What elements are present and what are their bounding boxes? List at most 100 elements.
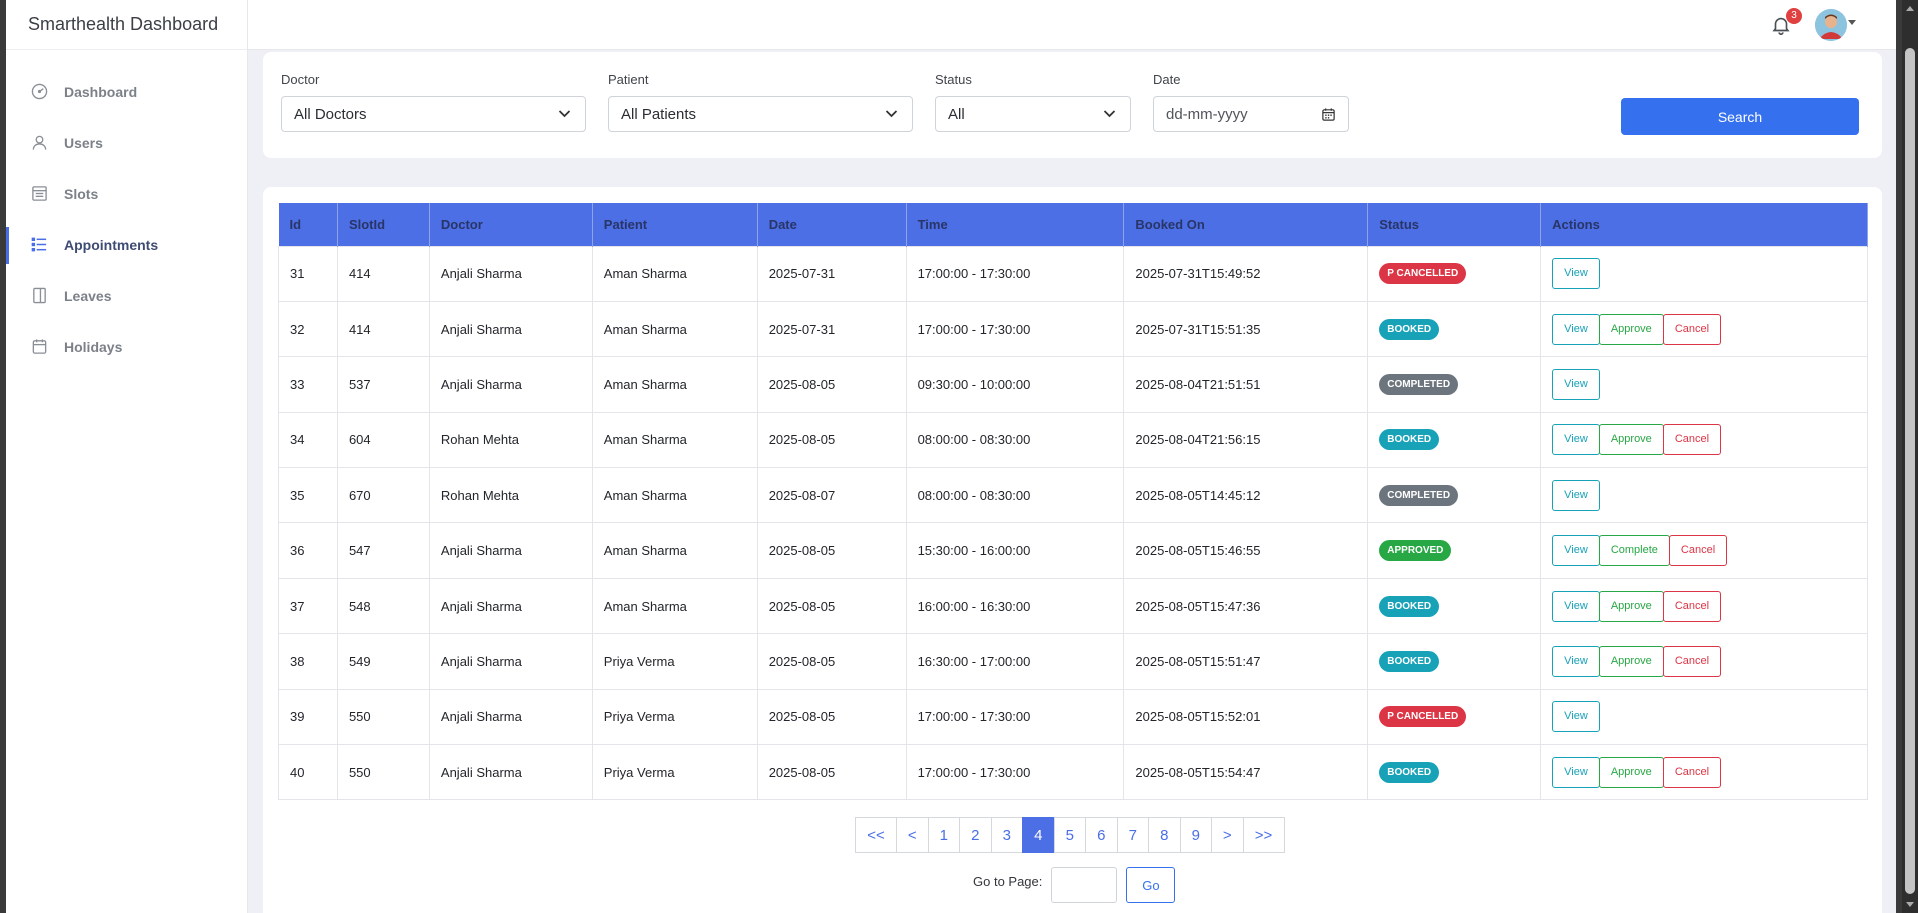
date-input[interactable]: dd-mm-yyyy	[1153, 96, 1349, 132]
page-prev-button[interactable]: <	[896, 817, 929, 853]
cell-status: COMPLETED	[1367, 356, 1542, 413]
column-header-label: Booked On	[1135, 216, 1205, 232]
cancel-button[interactable]: Cancel	[1668, 535, 1728, 567]
cancel-button[interactable]: Cancel	[1662, 424, 1722, 456]
status-filter: Status All	[935, 72, 1131, 132]
page-button[interactable]: 6	[1085, 817, 1118, 853]
table-row: 32 414 Anjali Sharma Aman Sharma 2025-07-31 1…	[278, 300, 1868, 358]
table-row: 35 670 Rohan Mehta Aman Sharma 2025-08-07 08:…	[278, 467, 1868, 524]
chevron-down-icon[interactable]	[1848, 20, 1856, 25]
cell-date: 2025-07-31	[756, 300, 907, 358]
scroll-down-arrow-icon[interactable]	[1906, 902, 1914, 907]
sidebar-item-leaves[interactable]: Leaves	[6, 270, 247, 321]
cell-booked-on: 2025-08-05T14:45:12	[1123, 467, 1369, 524]
view-button[interactable]: View	[1552, 701, 1600, 733]
cell-slot: 547	[336, 522, 430, 579]
view-button[interactable]: View	[1552, 756, 1600, 788]
scrollbar[interactable]	[1902, 0, 1918, 913]
cell-date: 2025-07-31	[756, 245, 907, 302]
patient-select[interactable]: All Patients	[608, 96, 913, 132]
doctor-select[interactable]: All Doctors	[281, 96, 586, 132]
patient-filter: Patient All Patients	[608, 72, 913, 132]
avatar[interactable]	[1815, 9, 1847, 41]
page-button[interactable]: 8	[1148, 817, 1181, 853]
page-last-button[interactable]: >>	[1242, 817, 1285, 853]
table-body: 31 414 Anjali Sharma Aman Sharma 2025-07-31 1…	[278, 245, 1868, 801]
sidebar: Smarthealth Dashboard Dashboard Users Slot…	[6, 0, 248, 913]
cell-actions: View	[1540, 245, 1868, 302]
cancel-button[interactable]: Cancel	[1662, 313, 1722, 345]
goto-page-input[interactable]	[1051, 867, 1118, 903]
cell-doctor: Anjali Sharma	[428, 522, 593, 579]
cell-patient: Aman Sharma	[591, 411, 758, 469]
cancel-button[interactable]: Cancel	[1662, 645, 1722, 677]
approve-button[interactable]: Approve	[1598, 313, 1664, 345]
cell-time: 17:00:00 - 17:30:00	[905, 245, 1125, 302]
column-header-label: Time	[917, 216, 948, 232]
view-button[interactable]: View	[1552, 258, 1600, 290]
page-button[interactable]: 7	[1116, 817, 1149, 853]
cell-time: 17:00:00 - 17:30:00	[905, 688, 1125, 746]
page-button[interactable]: 2	[959, 817, 992, 853]
view-button[interactable]: View	[1552, 368, 1600, 400]
approve-button[interactable]: Approve	[1598, 424, 1664, 456]
holidays-icon	[30, 338, 48, 356]
chevron-down-icon	[558, 110, 571, 118]
cell-time: 16:00:00 - 16:30:00	[905, 577, 1125, 635]
table-row: 40 550 Anjali Sharma Priya Verma 2025-08-05 1…	[278, 744, 1868, 801]
complete-button[interactable]: Complete	[1598, 535, 1670, 567]
page-button[interactable]: 9	[1179, 817, 1212, 853]
calendar-icon[interactable]	[1321, 107, 1336, 122]
cell-doctor: Anjali Sharma	[428, 688, 593, 746]
view-button[interactable]: View	[1552, 479, 1600, 511]
cell-date: 2025-08-05	[756, 411, 907, 469]
view-button[interactable]: View	[1552, 424, 1600, 456]
column-header: Actions	[1540, 203, 1868, 246]
approve-button[interactable]: Approve	[1598, 756, 1664, 788]
view-button[interactable]: View	[1552, 313, 1600, 345]
chevron-down-icon	[1103, 110, 1116, 118]
view-button[interactable]: View	[1552, 645, 1600, 677]
sidebar-item-holidays[interactable]: Holidays	[6, 321, 247, 372]
status-badge: P CANCELLED	[1379, 263, 1467, 285]
page-button[interactable]: 3	[990, 817, 1023, 853]
status-badge: BOOKED	[1379, 650, 1440, 672]
search-button[interactable]: Search	[1621, 98, 1859, 135]
cancel-button[interactable]: Cancel	[1662, 756, 1722, 788]
sidebar-item-slots[interactable]: Slots	[6, 168, 247, 219]
cell-slot: 604	[336, 411, 430, 469]
cell-doctor: Anjali Sharma	[428, 300, 593, 358]
cell-actions: View	[1540, 688, 1868, 746]
cell-date: 2025-08-05	[756, 522, 907, 579]
cell-actions: View	[1540, 467, 1868, 524]
cell-doctor: Rohan Mehta	[428, 467, 593, 524]
page-next-button[interactable]: >	[1211, 817, 1244, 853]
sidebar-item-appointments[interactable]: Appointments	[6, 219, 247, 270]
page-button[interactable]: 4	[1022, 817, 1055, 853]
cell-id: 34	[278, 411, 338, 469]
go-button[interactable]: Go	[1126, 867, 1176, 903]
status-select[interactable]: All	[935, 96, 1131, 132]
doctor-label: Doctor	[281, 72, 320, 87]
cell-booked-on: 2025-08-05T15:54:47	[1123, 744, 1369, 801]
page-button[interactable]: 1	[927, 817, 960, 853]
sidebar-item-dashboard[interactable]: Dashboard	[6, 66, 247, 117]
page-button[interactable]: 5	[1053, 817, 1086, 853]
view-button[interactable]: View	[1552, 535, 1600, 567]
cell-time: 17:00:00 - 17:30:00	[905, 300, 1125, 358]
chevron-down-icon	[885, 110, 898, 118]
cell-slot: 550	[336, 688, 430, 746]
view-button[interactable]: View	[1552, 590, 1600, 622]
cell-patient: Priya Verma	[591, 744, 758, 801]
approve-button[interactable]: Approve	[1598, 590, 1664, 622]
scroll-up-arrow-icon[interactable]	[1906, 6, 1914, 11]
cancel-button[interactable]: Cancel	[1662, 590, 1722, 622]
column-header-label: Patient	[603, 216, 648, 232]
approve-button[interactable]: Approve	[1598, 645, 1664, 677]
page-first-button[interactable]: <<	[855, 817, 897, 853]
sidebar-item-users[interactable]: Users	[6, 117, 247, 168]
column-header-label: Date	[768, 216, 797, 232]
scroll-thumb[interactable]	[1905, 48, 1915, 894]
cell-slot: 549	[336, 633, 430, 690]
cell-status: BOOKED	[1367, 744, 1542, 801]
